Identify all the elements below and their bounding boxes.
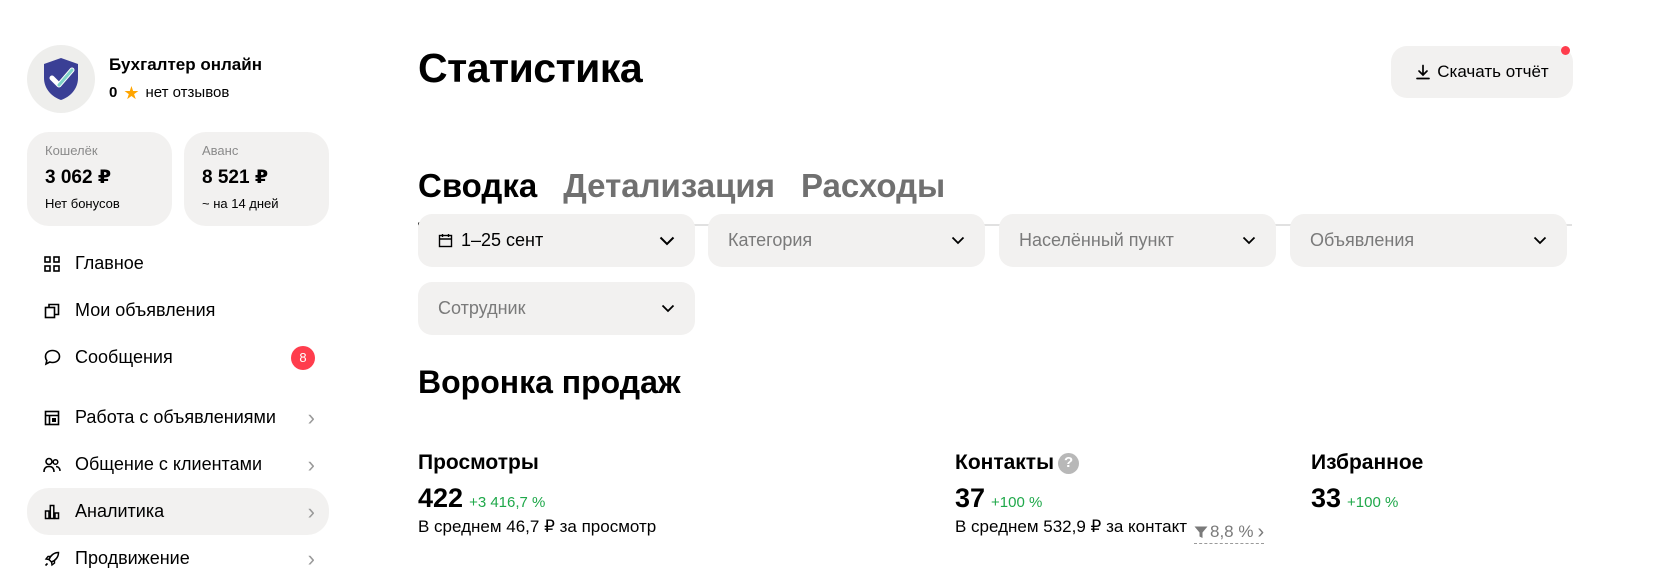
download-icon: [1415, 64, 1431, 80]
help-icon[interactable]: ?: [1058, 452, 1080, 474]
rating-text: нет отзывов: [145, 84, 230, 101]
contacts-average: В среднем 532,9 ₽ за контакт: [955, 517, 1187, 536]
chevron-down-icon: [661, 304, 675, 313]
employee-placeholder: Сотрудник: [438, 298, 526, 318]
tab-summary[interactable]: Сводка: [418, 124, 538, 226]
category-filter[interactable]: Категория: [708, 214, 985, 267]
views-metric: Просмотры 422 +3 416,7 % В среднем 46,7 …: [418, 450, 656, 538]
main-content: Статистика Скачать отчёт Сводка Детализа…: [418, 40, 1573, 544]
sidebar-item-promotion[interactable]: Продвижение ›: [27, 535, 329, 582]
sidebar-item-label: Главное: [75, 253, 144, 273]
views-to-contacts-conversion[interactable]: 8,8 % ›: [1194, 521, 1265, 544]
unread-badge: 8: [291, 345, 315, 370]
shield-check-logo-icon: [44, 58, 78, 100]
balances: Кошелёк 3 062 ₽ Нет бонусов Аванс 8 521 …: [27, 132, 329, 226]
sidebar: Бухгалтер онлайн 0 ★ нет отзывов Кошелёк…: [27, 44, 329, 582]
download-report-button[interactable]: Скачать отчёт: [1391, 46, 1573, 98]
favorites-title: Избранное: [1311, 451, 1424, 474]
contacts-metric: Контакты ? 37 +100 % В среднем 532,9 ₽ з…: [955, 450, 1187, 538]
location-filter[interactable]: Населённый пункт: [999, 214, 1276, 267]
profile-rating[interactable]: 0 ★ нет отзывов: [109, 81, 262, 105]
wallet-sub: Нет бонусов: [45, 196, 120, 211]
rocket-icon: [43, 550, 61, 568]
funnel-icon: [1194, 526, 1208, 539]
sidebar-item-label: Работа с объявлениями: [75, 407, 276, 427]
views-average: В среднем 46,7 ₽ за просмотр: [418, 517, 657, 536]
sidebar-item-analytics[interactable]: Аналитика ›: [27, 488, 329, 535]
contacts-delta: +100 %: [991, 494, 1043, 511]
sidebar-item-listing-work[interactable]: Работа с объявлениями ›: [27, 394, 329, 441]
chevron-down-icon: [1533, 236, 1547, 245]
sidebar-nav: Главное Мои объявления Сообщения 8 Работ…: [27, 240, 329, 582]
tabs: Сводка Детализация Расходы: [418, 124, 1572, 226]
profile[interactable]: Бухгалтер онлайн 0 ★ нет отзывов: [27, 44, 329, 114]
chevron-down-icon: [659, 236, 675, 246]
tab-details[interactable]: Детализация: [563, 124, 775, 224]
star-icon: ★: [123, 83, 140, 103]
sidebar-item-clients[interactable]: Общение с клиентами ›: [27, 441, 329, 488]
location-placeholder: Населённый пункт: [1019, 230, 1174, 250]
sidebar-item-label: Мои объявления: [75, 300, 216, 320]
rating-value: 0: [109, 84, 118, 101]
contacts-title: Контакты: [955, 451, 1055, 474]
views-title: Просмотры: [418, 451, 539, 474]
employee-filter[interactable]: Сотрудник: [418, 282, 695, 335]
views-value: 422: [418, 483, 464, 513]
chevron-right-icon: ›: [307, 545, 315, 571]
ads-placeholder: Объявления: [1310, 230, 1415, 250]
calendar-icon: [438, 233, 453, 248]
wallet-card[interactable]: Кошелёк 3 062 ₽ Нет бонусов: [27, 132, 172, 226]
advance-label: Аванс: [202, 143, 239, 158]
sales-funnel-title: Воронка продаж: [418, 364, 681, 400]
chevron-down-icon: [1242, 236, 1256, 245]
download-report-label: Скачать отчёт: [1437, 62, 1549, 81]
period-filter[interactable]: 1–25 сент: [418, 214, 695, 267]
chevron-right-icon: ›: [307, 404, 315, 430]
chevron-right-icon: ›: [1257, 521, 1265, 543]
sidebar-item-label: Сообщения: [75, 347, 173, 367]
sidebar-item-label: Общение с клиентами: [75, 454, 263, 474]
wallet-value: 3 062 ₽: [45, 167, 112, 188]
favorites-delta: +100 %: [1347, 494, 1399, 511]
tab-expenses[interactable]: Расходы: [801, 124, 945, 224]
conversion-value: 8,8 %: [1210, 522, 1254, 541]
sidebar-item-label: Продвижение: [75, 548, 190, 568]
sidebar-item-my-ads[interactable]: Мои объявления: [27, 287, 329, 334]
period-value: 1–25 сент: [461, 230, 544, 250]
advance-value: 8 521 ₽: [202, 167, 269, 188]
chevron-right-icon: ›: [307, 498, 315, 524]
advance-sub: ~ на 14 дней: [202, 196, 279, 211]
chat-bubble-icon: [43, 349, 61, 367]
bar-chart-icon: [43, 503, 61, 521]
category-placeholder: Категория: [728, 230, 813, 250]
ads-filter[interactable]: Объявления: [1290, 214, 1567, 267]
sidebar-item-label: Аналитика: [75, 501, 165, 521]
wallet-label: Кошелёк: [45, 143, 98, 158]
favorites-metric: Избранное 33 +100 %: [1311, 450, 1423, 514]
avatar[interactable]: [27, 45, 95, 113]
sidebar-item-main[interactable]: Главное: [27, 240, 329, 287]
contacts-value: 37: [955, 483, 986, 513]
notification-dot: [1561, 46, 1570, 55]
advance-card[interactable]: Аванс 8 521 ₽ ~ на 14 дней: [184, 132, 329, 226]
sidebar-item-messages[interactable]: Сообщения 8: [27, 334, 329, 381]
listing-work-icon: [43, 409, 61, 427]
favorites-value: 33: [1311, 483, 1342, 513]
grid-icon: [43, 255, 61, 273]
chevron-down-icon: [951, 236, 965, 245]
people-icon: [43, 456, 61, 474]
views-delta: +3 416,7 %: [469, 494, 546, 511]
profile-name[interactable]: Бухгалтер онлайн: [109, 53, 262, 77]
copy-icon: [43, 302, 61, 320]
chevron-right-icon: ›: [307, 451, 315, 477]
